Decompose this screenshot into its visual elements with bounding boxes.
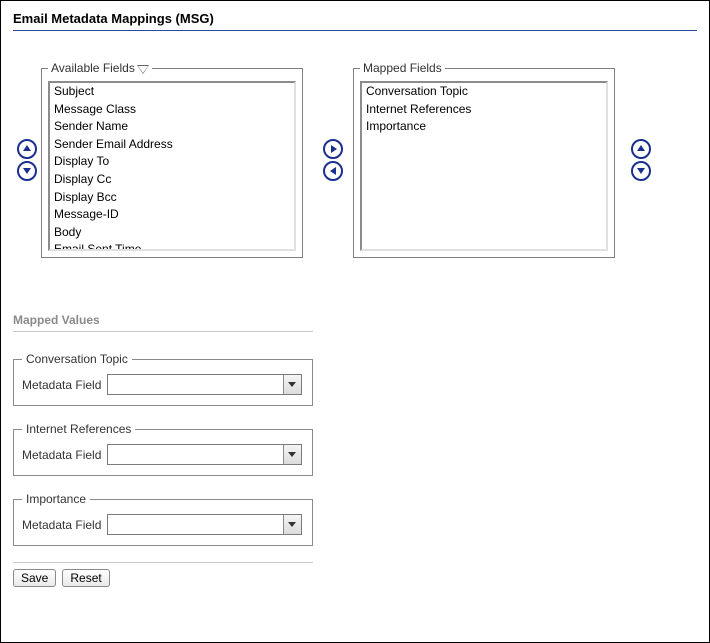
mapped-value-legend: Importance xyxy=(22,492,90,506)
mapped-value-fieldset: Conversation Topic Metadata Field xyxy=(13,352,313,406)
transfer-arrows xyxy=(303,139,353,181)
list-item[interactable]: Subject xyxy=(50,83,294,101)
mapped-fields-fieldset: Mapped Fields Conversation TopicInternet… xyxy=(353,61,615,258)
arrow-down-icon xyxy=(637,168,645,174)
mapped-value-fieldset: Importance Metadata Field xyxy=(13,492,313,546)
move-right-button[interactable] xyxy=(323,139,343,159)
mapped-value-legend: Internet References xyxy=(22,422,135,436)
available-fields-listbox[interactable]: SubjectMessage ClassSender NameSender Em… xyxy=(48,81,296,251)
reset-button[interactable]: Reset xyxy=(62,569,109,587)
chevron-down-icon xyxy=(288,382,296,387)
available-reorder-arrows xyxy=(13,139,41,181)
list-item[interactable]: Internet References xyxy=(362,101,606,119)
metadata-field-select[interactable] xyxy=(107,374,302,395)
list-item[interactable]: Body xyxy=(50,224,294,242)
page-title: Email Metadata Mappings (MSG) xyxy=(13,11,697,31)
field-lists-row: Available Fields SubjectMessage ClassSen… xyxy=(13,61,697,258)
list-item[interactable]: Display Cc xyxy=(50,171,294,189)
available-fields-fieldset: Available Fields SubjectMessage ClassSen… xyxy=(41,61,303,258)
list-item[interactable]: Message-ID xyxy=(50,206,294,224)
mapped-value-legend: Conversation Topic xyxy=(22,352,132,366)
arrow-down-icon xyxy=(23,168,31,174)
available-move-up-button[interactable] xyxy=(17,139,37,159)
arrow-up-icon xyxy=(23,145,31,151)
metadata-field-select[interactable] xyxy=(107,514,302,535)
button-row: Save Reset xyxy=(13,569,697,587)
list-item[interactable]: Conversation Topic xyxy=(362,83,606,101)
chevron-down-icon xyxy=(288,522,296,527)
mapped-value-fieldset: Internet References Metadata Field xyxy=(13,422,313,476)
list-item[interactable]: Display To xyxy=(50,153,294,171)
available-fields-legend: Available Fields xyxy=(51,61,135,75)
metadata-field-label: Metadata Field xyxy=(22,518,101,532)
mapped-move-down-button[interactable] xyxy=(631,161,651,181)
list-item[interactable]: Email Sent Time xyxy=(50,241,294,251)
mapped-reorder-arrows xyxy=(615,139,655,181)
metadata-field-label: Metadata Field xyxy=(22,378,101,392)
metadata-field-select[interactable] xyxy=(107,444,302,465)
list-item[interactable]: Display Bcc xyxy=(50,189,294,207)
move-left-button[interactable] xyxy=(323,161,343,181)
mapped-values-heading: Mapped Values xyxy=(13,313,313,332)
divider xyxy=(13,562,313,563)
available-fields-toggle-icon[interactable] xyxy=(137,65,149,74)
list-item[interactable]: Message Class xyxy=(50,101,294,119)
metadata-field-label: Metadata Field xyxy=(22,448,101,462)
arrow-up-icon xyxy=(637,145,645,151)
arrow-left-icon xyxy=(330,167,336,175)
list-item[interactable]: Sender Name xyxy=(50,118,294,136)
chevron-down-icon xyxy=(288,452,296,457)
list-item[interactable]: Sender Email Address xyxy=(50,136,294,154)
available-move-down-button[interactable] xyxy=(17,161,37,181)
list-item[interactable]: Importance xyxy=(362,118,606,136)
mapped-move-up-button[interactable] xyxy=(631,139,651,159)
mapped-fields-legend: Mapped Fields xyxy=(360,61,445,75)
save-button[interactable]: Save xyxy=(13,569,56,587)
mapped-fields-listbox[interactable]: Conversation TopicInternet ReferencesImp… xyxy=(360,81,608,251)
arrow-right-icon xyxy=(331,145,337,153)
mapped-values-groups: Conversation TopicMetadata FieldInternet… xyxy=(13,352,697,546)
